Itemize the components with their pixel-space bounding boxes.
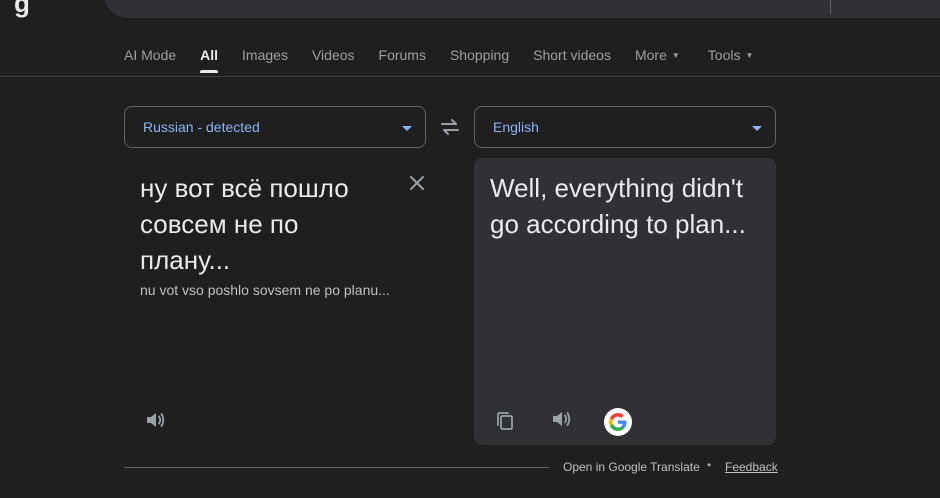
tab-label: Forums — [378, 47, 426, 63]
tab-ai-mode[interactable]: AI Mode — [124, 44, 176, 76]
transliteration-text: nu vot vso poshlo sovsem ne po planu... — [140, 282, 390, 298]
translation-output-card: Well, everything didn't go according to … — [474, 158, 776, 445]
tab-label: More — [634, 47, 667, 63]
tab-label: Images — [242, 47, 288, 63]
tab-videos[interactable]: Videos — [312, 44, 355, 76]
tab-short-videos[interactable]: Short videos — [533, 44, 611, 76]
target-language-label: English — [493, 119, 539, 135]
tab-label: Short videos — [533, 47, 611, 63]
tab-label: Shopping — [449, 47, 510, 63]
tab-tools[interactable]: Tools ▼ — [708, 44, 754, 76]
close-icon[interactable] — [406, 172, 428, 194]
speaker-icon[interactable] — [144, 409, 166, 431]
search-bar[interactable] — [104, 0, 940, 18]
tab-label: All — [200, 47, 219, 63]
tab-more[interactable]: More ▼ — [635, 44, 680, 76]
search-tabs: AI Mode All Images Videos Forums Shoppin… — [124, 44, 777, 76]
google-g-icon[interactable] — [604, 408, 632, 436]
footer-divider — [124, 467, 549, 468]
tab-all[interactable]: All — [200, 44, 218, 76]
search-bar-divider — [830, 0, 831, 14]
source-text[interactable]: ну вот всё пошло совсем не по плану... — [140, 170, 390, 278]
tab-label: Videos — [311, 47, 355, 63]
footer-separator: • — [707, 458, 712, 472]
tabs-divider — [0, 76, 940, 77]
source-language-select[interactable]: Russian - detected — [124, 106, 426, 148]
speaker-icon[interactable] — [550, 408, 572, 430]
tab-label: Tools — [707, 47, 741, 63]
swap-languages-icon[interactable] — [438, 116, 462, 138]
tab-label: AI Mode — [124, 47, 177, 63]
source-language-label: Russian - detected — [143, 119, 260, 135]
tab-forums[interactable]: Forums — [379, 44, 426, 76]
tab-images[interactable]: Images — [242, 44, 288, 76]
dropdown-arrow-icon — [752, 126, 762, 131]
copy-icon[interactable] — [494, 410, 516, 432]
feedback-link[interactable]: Feedback — [725, 460, 778, 474]
dropdown-arrow-icon — [402, 126, 412, 131]
caret-down-icon: ▼ — [745, 51, 754, 60]
caret-down-icon: ▼ — [671, 51, 680, 60]
google-logo-fragment[interactable]: g — [14, 0, 30, 19]
open-in-translate-link[interactable]: Open in Google Translate — [563, 460, 700, 474]
translated-text: Well, everything didn't go according to … — [490, 173, 746, 239]
target-language-select[interactable]: English — [474, 106, 776, 148]
tab-shopping[interactable]: Shopping — [450, 44, 509, 76]
